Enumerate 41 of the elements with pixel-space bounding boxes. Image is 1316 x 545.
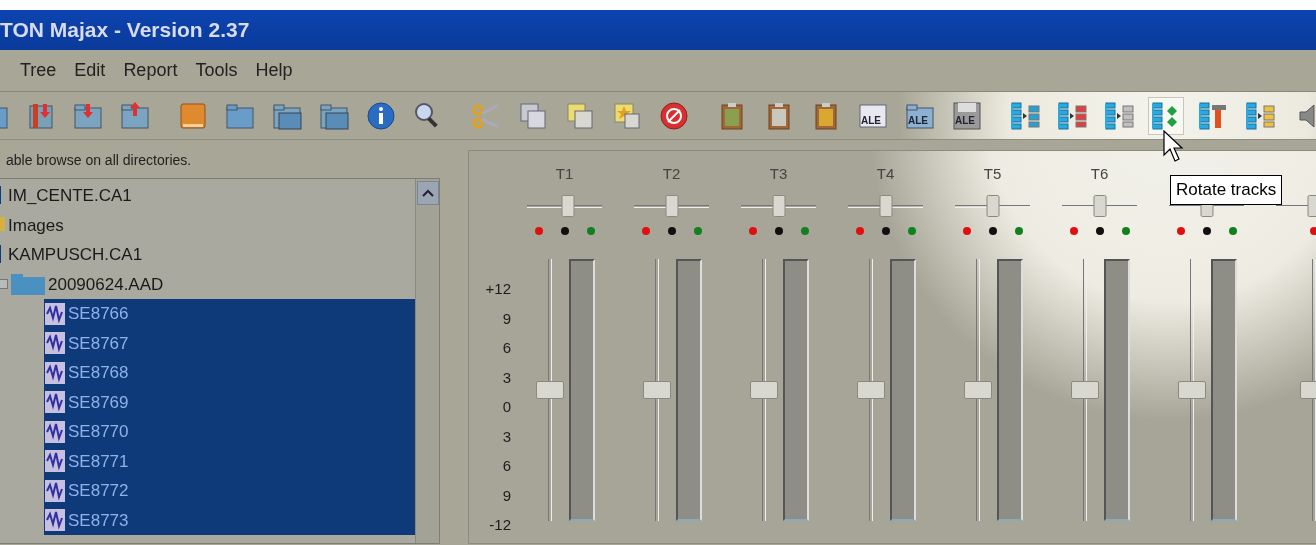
scale-label: 3 bbox=[502, 367, 511, 388]
scale-label: 6 bbox=[502, 456, 511, 476]
file-entry[interactable]: SE8766 bbox=[44, 299, 415, 329]
scale-label: 3 bbox=[502, 426, 511, 447]
file-entry[interactable]: SE8771 bbox=[44, 446, 415, 476]
file-entry[interactable]: IM_CENTE.CA1 bbox=[0, 181, 415, 211]
toolbar-button[interactable]: ALE bbox=[949, 96, 985, 135]
file-entry[interactable]: SE8768 bbox=[44, 358, 415, 388]
scale-label: 9 bbox=[502, 485, 511, 506]
file-entry[interactable]: SE8767 bbox=[44, 328, 415, 358]
file-entry[interactable]: SE8769 bbox=[44, 387, 415, 417]
icon-label: ALE bbox=[861, 115, 881, 126]
scale-label: 6 bbox=[502, 338, 511, 358]
window-title: TON Majax - Version 2.37 bbox=[0, 10, 1316, 50]
track-label: T4 bbox=[876, 165, 895, 182]
track-label: T5 bbox=[983, 165, 1002, 182]
tooltip: Rotate tracks bbox=[1170, 175, 1283, 205]
file-entry[interactable]: 20090624.AAD bbox=[0, 269, 415, 299]
hint-text: able browse on all directories. bbox=[5, 151, 192, 170]
file-entry[interactable]: KAMPUSCH.CA1 bbox=[0, 240, 415, 270]
file-entry[interactable]: SE8773 bbox=[44, 505, 415, 535]
track-label: T2 bbox=[662, 165, 681, 182]
menu-item[interactable]: Tools bbox=[193, 57, 240, 84]
track-label: T6 bbox=[1090, 165, 1109, 182]
file-entry[interactable]: SE8772 bbox=[44, 476, 415, 506]
file-entry[interactable]: SE8770 bbox=[44, 417, 415, 447]
icon-label: ALE bbox=[908, 115, 928, 126]
file-entry[interactable]: Images bbox=[0, 210, 415, 240]
scale-label: 9 bbox=[502, 308, 511, 329]
menu-item[interactable]: Edit bbox=[72, 57, 108, 84]
track-label: T3 bbox=[769, 165, 788, 182]
scale-label: +12 bbox=[485, 279, 511, 299]
menu-item[interactable]: Help bbox=[253, 57, 295, 84]
scale-label: 0 bbox=[502, 397, 511, 417]
toolbar-button[interactable]: ALE bbox=[902, 96, 938, 135]
track-label: T1 bbox=[555, 165, 574, 182]
menu-item[interactable]: Tree bbox=[18, 57, 59, 84]
icon-label: ALE bbox=[955, 115, 975, 126]
scale-label: -12 bbox=[489, 515, 511, 535]
menu-item[interactable]: Report bbox=[121, 57, 180, 84]
toolbar-button[interactable]: ALE bbox=[855, 96, 891, 135]
